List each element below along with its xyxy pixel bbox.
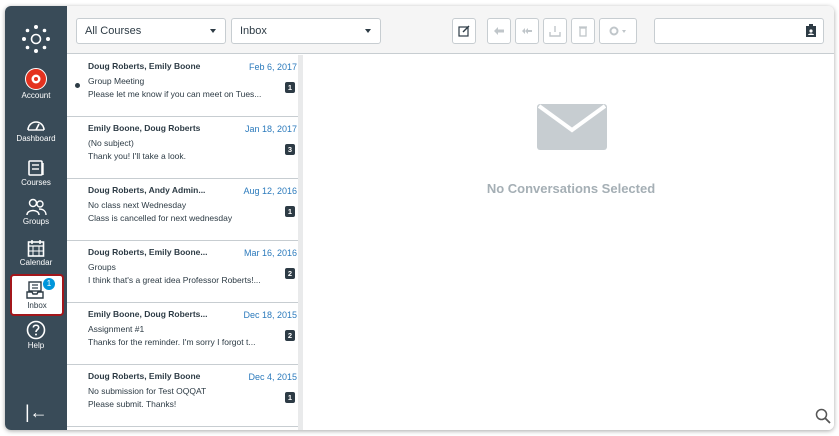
- message-count-badge: 2: [285, 268, 295, 279]
- account-icon: [25, 68, 47, 90]
- conversation-snippet: Please submit. Thanks!: [88, 399, 177, 409]
- message-count-badge: 1: [285, 82, 295, 93]
- conversation-subject: No submission for Test OQQAT: [88, 386, 207, 396]
- unread-dot-icon[interactable]: [75, 83, 80, 88]
- nav-label-groups: Groups: [22, 217, 50, 226]
- inbox-toolbar: All Courses Inbox: [67, 6, 834, 54]
- conversation-list: Doug Roberts, Emily Boone Feb 6, 2017 Grou…: [67, 55, 303, 430]
- inbox-unread-badge: 1: [43, 278, 55, 290]
- archive-icon: [549, 26, 561, 37]
- conversation-date: Jan 18, 2017: [244, 124, 297, 134]
- conversation-participants: Emily Boone, Doug Roberts...: [88, 309, 208, 319]
- chevron-down-icon: [210, 29, 216, 33]
- conversation-snippet: Thank you! I'll take a look.: [88, 151, 187, 161]
- conversation-participants: Doug Roberts, Emily Boone: [88, 61, 201, 71]
- nav-label-courses: Courses: [21, 178, 51, 187]
- conversation-detail-pane: No Conversations Selected: [308, 55, 834, 430]
- nav-item-help[interactable]: Help: [9, 320, 63, 360]
- compose-icon: [458, 25, 470, 37]
- conversation-subject: Group Meeting: [88, 76, 145, 86]
- magnifier-icon[interactable]: [815, 408, 831, 424]
- envelope-icon: [537, 104, 607, 150]
- nav-item-calendar[interactable]: Calendar: [9, 239, 63, 279]
- conversation-subject: No class next Wednesday: [88, 200, 187, 210]
- nav-item-dashboard[interactable]: Dashboard: [9, 117, 63, 157]
- conversation-row[interactable]: Doug Roberts, Emily Boone... Mar 16, 2016…: [67, 241, 298, 303]
- calendar-icon: [27, 240, 45, 257]
- conversation-date: Mar 16, 2016: [243, 248, 297, 258]
- nav-item-courses[interactable]: Courses: [9, 159, 63, 199]
- dashboard-icon: [27, 121, 45, 131]
- conversation-subject: (No subject): [88, 138, 134, 148]
- nav-label-dashboard: Dashboard: [16, 134, 56, 143]
- courses-icon: [28, 160, 44, 176]
- gear-icon: [609, 26, 626, 36]
- reply-all-icon: [522, 28, 532, 34]
- nav-item-account[interactable]: Account: [9, 68, 63, 108]
- groups-icon: [26, 198, 47, 216]
- trash-icon: [579, 26, 587, 37]
- conversation-participants: Emily Boone, Doug Roberts: [88, 123, 201, 133]
- mailbox-filter-select[interactable]: Inbox: [231, 18, 381, 44]
- conversation-row[interactable]: Emily Boone, Doug Roberts Jan 18, 2017 (No…: [67, 117, 298, 179]
- search-field[interactable]: [654, 18, 824, 44]
- conversation-row[interactable]: Emily Boone, Doug Roberts... Dec 18, 2015…: [67, 303, 298, 365]
- conversation-date: Aug 12, 2016: [243, 186, 297, 196]
- settings-menu-button[interactable]: [599, 18, 637, 44]
- conversation-snippet: Please let me know if you can meet on Tu…: [88, 89, 262, 99]
- message-count-badge: 3: [285, 144, 295, 155]
- reply-button[interactable]: [487, 18, 511, 44]
- search-input[interactable]: [659, 20, 799, 42]
- conversation-snippet: Thanks for the reminder. I'm sorry I for…: [88, 337, 256, 347]
- conversation-date: Dec 18, 2015: [243, 310, 297, 320]
- conversation-participants: Doug Roberts, Andy Admin...: [88, 185, 206, 195]
- nav-label-calendar: Calendar: [19, 258, 53, 267]
- course-filter-value: All Courses: [85, 25, 142, 37]
- conversation-date: Feb 6, 2017: [248, 62, 297, 72]
- conversation-subject: Groups: [88, 262, 116, 272]
- collapse-nav-icon[interactable]: |←: [25, 402, 48, 423]
- canvas-logo-icon[interactable]: [21, 24, 51, 54]
- chevron-down-icon: [365, 29, 371, 33]
- conversation-participants: Doug Roberts, Emily Boone...: [88, 247, 208, 257]
- nav-label-help: Help: [27, 341, 45, 350]
- reply-icon: [494, 27, 504, 35]
- course-filter-select[interactable]: All Courses: [76, 18, 226, 44]
- delete-button[interactable]: [571, 18, 595, 44]
- message-count-badge: 1: [285, 392, 295, 403]
- conversation-participants: Doug Roberts, Emily Boone: [88, 371, 201, 381]
- conversation-snippet: Class is cancelled for next wednesday: [88, 213, 233, 223]
- conversation-row[interactable]: Doug Roberts, Emily Boone Dec 4, 2015 No s…: [67, 365, 298, 427]
- conversation-row[interactable]: Doug Roberts, Emily Boone Feb 6, 2017 Grou…: [67, 55, 298, 117]
- conversation-snippet: I think that's a great idea Professor Ro…: [88, 275, 261, 285]
- app-window: Account Dashboard Courses Groups Calenda…: [5, 6, 834, 430]
- archive-button[interactable]: [543, 18, 567, 44]
- conversation-date: Dec 4, 2015: [248, 372, 297, 382]
- reply-all-button[interactable]: [515, 18, 539, 44]
- nav-item-inbox[interactable]: 1 Inbox: [10, 274, 64, 316]
- global-nav: Account Dashboard Courses Groups Calenda…: [5, 6, 67, 430]
- mailbox-filter-value: Inbox: [240, 25, 267, 37]
- help-icon: [26, 320, 46, 340]
- nav-label-account: Account: [21, 91, 51, 100]
- empty-state-message: No Conversations Selected: [486, 181, 656, 196]
- address-book-icon[interactable]: [805, 24, 817, 38]
- compose-button[interactable]: [452, 18, 476, 44]
- message-count-badge: 1: [285, 206, 295, 217]
- message-count-badge: 2: [285, 330, 295, 341]
- nav-label-inbox: Inbox: [27, 301, 47, 310]
- conversation-row[interactable]: Doug Roberts, Andy Admin... Aug 12, 2016 N…: [67, 179, 298, 241]
- nav-item-groups[interactable]: Groups: [9, 198, 63, 238]
- conversation-subject: Assignment #1: [88, 324, 145, 334]
